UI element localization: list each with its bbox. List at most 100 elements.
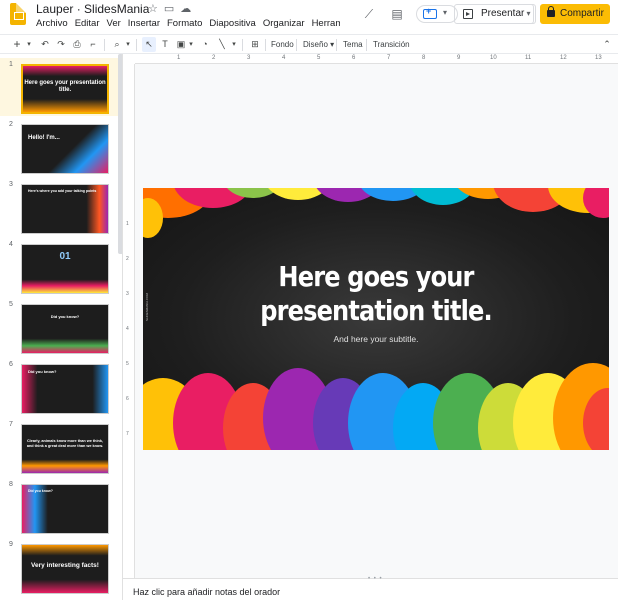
ruler-tick: 6 (126, 396, 129, 402)
header: Lauper · SlidesMania ☆ ▭ ☁ Archivo Edita… (0, 0, 618, 34)
slide-thumbnail-1[interactable]: 1 Here goes your presentation title. (0, 58, 118, 116)
redo-icon[interactable]: ↷ (54, 37, 68, 52)
comments-icon[interactable]: ▤ (388, 6, 406, 22)
ruler-tick: 2 (212, 55, 216, 61)
thumb-preview: Clearly, animals know more than we think… (21, 424, 109, 474)
slide-thumbnail-4[interactable]: 4 01 (0, 238, 118, 296)
ruler-tick: 9 (457, 55, 461, 61)
slide-thumbnail-5[interactable]: 5 Did you know? (0, 298, 118, 356)
cloud-status-icon[interactable]: ☁ (180, 2, 191, 15)
present-label: Presentar (481, 8, 525, 19)
toolbar-divider (136, 39, 137, 51)
activity-trend-icon[interactable]: ⟋ (360, 6, 378, 22)
thumb-text: Here goes your presentation title. (24, 80, 106, 93)
image-chevron-icon[interactable]: ▾ (187, 37, 195, 52)
horizontal-ruler[interactable]: 1 2 3 4 5 6 7 8 9 10 11 12 13 (135, 54, 618, 64)
background-button[interactable]: Fondo (271, 37, 294, 52)
ruler-tick: 8 (422, 55, 426, 61)
zoom-chevron-icon[interactable]: ▾ (124, 37, 132, 52)
chevron-down-icon: ▾ (443, 8, 448, 17)
slide-thumbnail-8[interactable]: 8 Did you know? (0, 478, 118, 536)
print-icon[interactable]: ⎙ (70, 37, 84, 52)
menu-insertar[interactable]: Insertar (128, 18, 160, 29)
doc-title[interactable]: Lauper · SlidesMania (36, 2, 149, 16)
slide-subtitle[interactable]: And here your subtitle. (143, 334, 609, 344)
menu-archivo[interactable]: Archivo (36, 18, 68, 29)
zoom-icon[interactable]: ⌕ (110, 37, 124, 52)
ruler-tick: 6 (352, 55, 356, 61)
slide-number: 8 (9, 481, 13, 488)
toolbar: + ▾ ↶ ↷ ⎙ ⌐ ⌕ ▾ ↖ T ▣ ▾ ◔ ╲ ▾ ⊞ Fondo Di… (0, 34, 618, 54)
ruler-tick: 10 (490, 55, 497, 61)
undo-icon[interactable]: ↶ (38, 37, 52, 52)
add-comment-icon[interactable]: ⊞ (248, 37, 262, 52)
header-actions: ⟋ ▤ ▾ Presentar ▾ Compartir (340, 0, 618, 34)
paint-format-icon[interactable]: ⌐ (86, 37, 100, 52)
new-slide-layout-chevron-icon[interactable]: ▾ (25, 37, 33, 52)
transition-button[interactable]: Transición (373, 37, 410, 52)
toolbar-divider (296, 39, 297, 51)
speaker-notes-placeholder[interactable]: Haz clic para añadir notas del orador (133, 587, 280, 597)
vertical-ruler[interactable]: 1 2 3 4 5 6 7 (123, 64, 135, 578)
slide-number: 1 (9, 61, 13, 68)
menu-organizar[interactable]: Organizar (263, 18, 305, 29)
thumb-preview: Did you know? (21, 364, 109, 414)
layout-chevron-icon: ▾ (330, 40, 335, 49)
ruler-tick: 4 (126, 326, 129, 332)
slide-number: 2 (9, 121, 13, 128)
toolbar-divider (242, 39, 243, 51)
present-options-button[interactable]: ▾ (522, 4, 536, 24)
speaker-notes[interactable]: • • • Haz clic para añadir notas del ora… (123, 576, 618, 600)
theme-button[interactable]: Tema (343, 37, 363, 52)
slide-thumbnail-6[interactable]: 6 Did you know? (0, 358, 118, 416)
slides-logo-icon[interactable] (10, 3, 26, 25)
shape-icon[interactable]: ◔ (198, 37, 212, 52)
menu-herramientas[interactable]: Herramientas (312, 18, 341, 29)
ruler-tick: 1 (126, 221, 129, 227)
new-slide-icon[interactable]: + (10, 37, 24, 52)
layout-label: Diseño (303, 40, 328, 49)
slide-title[interactable]: Here goes your presentation title. (176, 260, 577, 328)
slide-thumbnail-9[interactable]: 9 Very interesting facts! (0, 538, 118, 596)
star-icon[interactable]: ☆ (148, 2, 158, 15)
ruler-tick: 11 (525, 55, 532, 61)
ruler-tick: 7 (387, 55, 391, 61)
slide-thumbnail-3[interactable]: 3 Here's where you add your talking poin… (0, 178, 118, 236)
thumb-text: Here's where you add your talking points (28, 189, 97, 193)
insert-image-icon[interactable]: ▣ (174, 37, 188, 52)
thumb-preview: Here goes your presentation title. (21, 64, 109, 114)
play-icon (463, 9, 473, 19)
slide-thumbnail-7[interactable]: 7 Clearly, animals know more than we thi… (0, 418, 118, 476)
line-icon[interactable]: ╲ (215, 37, 229, 52)
ruler-tick: 2 (126, 256, 129, 262)
main-slide[interactable]: SLIDESMANIA.COM Here goes your presentat… (143, 188, 609, 450)
slide-canvas[interactable]: SLIDESMANIA.COM Here goes your presentat… (135, 64, 618, 578)
thumb-preview: Hello! I'm... (21, 124, 109, 174)
move-folder-icon[interactable]: ▭ (164, 2, 174, 15)
slide-side-credit: SLIDESMANIA.COM (145, 293, 149, 322)
thumb-preview: 01 (21, 244, 109, 294)
share-button[interactable]: Compartir (540, 4, 610, 24)
notes-resize-handle[interactable]: • • • (368, 576, 383, 582)
slides-app: Lauper · SlidesMania ☆ ▭ ☁ Archivo Edita… (0, 0, 618, 600)
meet-present-button[interactable]: ▾ (416, 5, 458, 23)
share-label: Compartir (560, 8, 604, 19)
layout-button[interactable]: Diseño ▾ (303, 37, 334, 52)
menu-ver[interactable]: Ver (107, 18, 121, 29)
slide-title-line-1: Here goes your (278, 260, 474, 293)
title-icons: ☆ ▭ ☁ (148, 2, 191, 15)
thumb-text: Did you know? (50, 314, 80, 319)
slide-number: 5 (9, 301, 13, 308)
slide-filmstrip: 1 Here goes your presentation title. 2 H… (0, 54, 123, 600)
slide-number: 7 (9, 421, 13, 428)
select-cursor-icon[interactable]: ↖ (142, 37, 156, 52)
lock-icon (547, 6, 555, 17)
menu-diapositiva[interactable]: Diapositiva (209, 18, 255, 29)
line-chevron-icon[interactable]: ▾ (230, 37, 238, 52)
thumb-text: Very interesting facts! (31, 562, 99, 569)
slide-thumbnail-2[interactable]: 2 Hello! I'm... (0, 118, 118, 176)
collapse-toolbar-icon[interactable]: ⌃ (600, 37, 614, 52)
menu-formato[interactable]: Formato (167, 18, 202, 29)
text-box-icon[interactable]: T (158, 37, 172, 52)
menu-editar[interactable]: Editar (75, 18, 100, 29)
